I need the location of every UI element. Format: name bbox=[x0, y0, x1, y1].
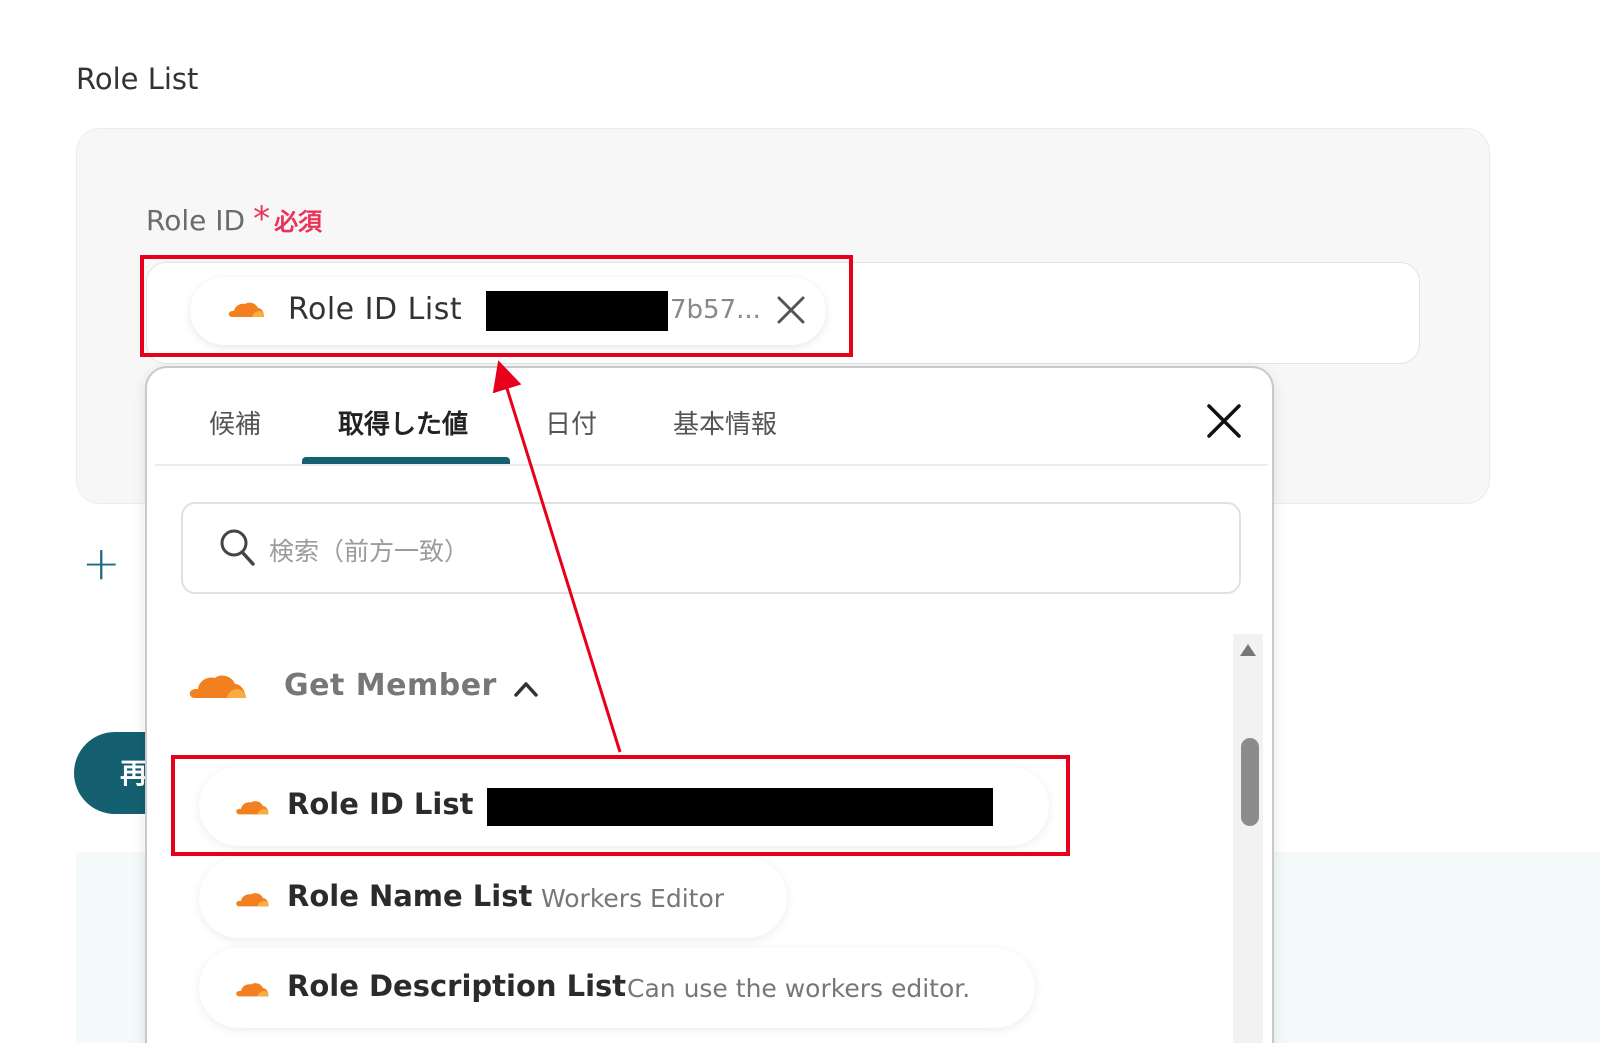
list-item-title: Role Name List bbox=[287, 879, 533, 913]
list-item-role-description-list[interactable]: Role Description List Can use the worker… bbox=[199, 948, 1035, 1028]
tab-basic-info[interactable]: 基本情報 bbox=[673, 404, 777, 441]
group-title[interactable]: Get Member bbox=[284, 668, 497, 703]
search-icon bbox=[219, 528, 257, 572]
value-picker-popup: 候補 取得した値 日付 基本情報 検索（前方一致） Get Member Rol… bbox=[145, 366, 1274, 1043]
cloudflare-icon bbox=[233, 888, 271, 914]
list-item-title: Role Description List bbox=[287, 969, 627, 1003]
search-input[interactable]: 検索（前方一致） bbox=[181, 502, 1241, 594]
scroll-up-icon[interactable] bbox=[1240, 644, 1256, 656]
chevron-up-icon[interactable] bbox=[511, 674, 541, 704]
tab-fetched-values[interactable]: 取得した値 bbox=[338, 404, 468, 441]
list-item-subtitle: Can use the workers editor. bbox=[627, 974, 971, 1003]
scrollbar-thumb[interactable] bbox=[1241, 738, 1259, 826]
required-badge: 必須 bbox=[274, 208, 323, 236]
role-id-label-text: Role ID bbox=[146, 204, 246, 237]
close-icon[interactable] bbox=[1205, 402, 1243, 440]
highlight-box-input bbox=[140, 255, 853, 357]
list-item-subtitle: Workers Editor bbox=[541, 884, 725, 913]
cloudflare-icon bbox=[187, 668, 249, 706]
tab-divider bbox=[155, 464, 1268, 466]
active-tab-indicator bbox=[302, 457, 510, 464]
required-asterisk: * bbox=[253, 199, 271, 239]
tab-date[interactable]: 日付 bbox=[545, 404, 597, 441]
role-id-label: Role ID * 必須 bbox=[146, 202, 322, 237]
list-item-role-name-list[interactable]: Role Name List Workers Editor bbox=[199, 858, 787, 938]
tab-candidates[interactable]: 候補 bbox=[209, 404, 261, 441]
highlight-box-list-item bbox=[171, 755, 1070, 856]
add-item-button[interactable]: + bbox=[82, 540, 121, 586]
search-placeholder: 検索（前方一致） bbox=[269, 537, 470, 566]
section-title: Role List bbox=[76, 62, 199, 96]
cloudflare-icon bbox=[233, 978, 271, 1004]
scrollbar[interactable] bbox=[1233, 634, 1263, 1043]
